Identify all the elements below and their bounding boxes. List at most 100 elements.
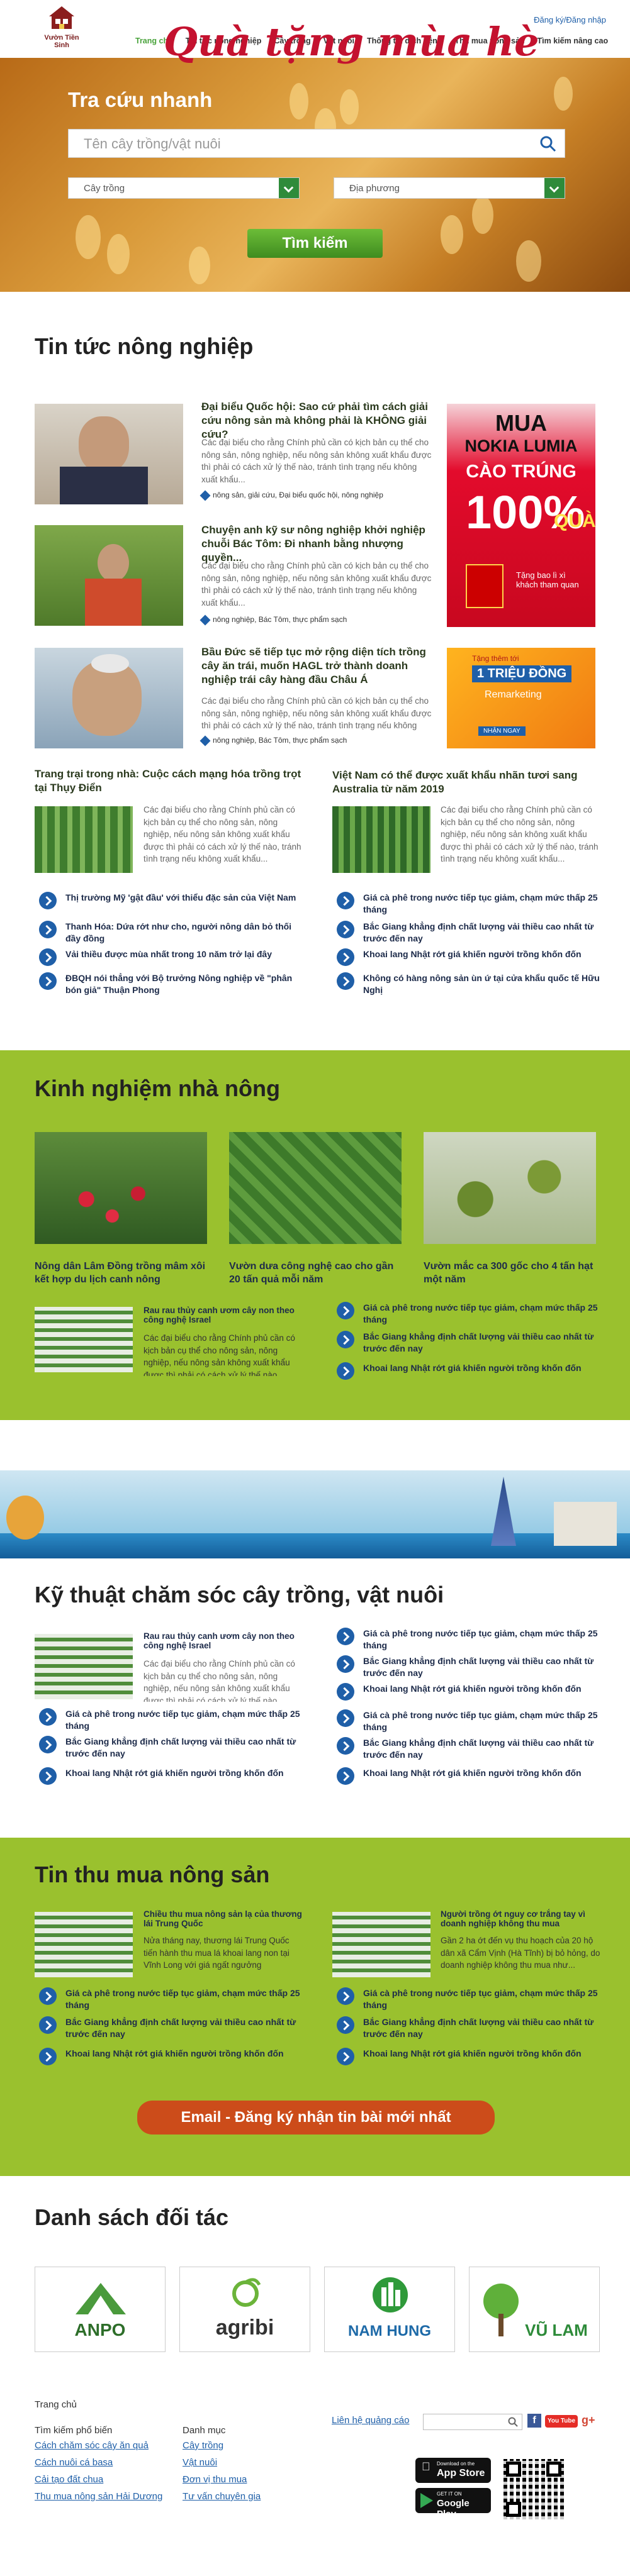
list-item[interactable]: Giá cà phê trong nước tiếp tục giảm, chạ… [337, 1709, 601, 1737]
search-icon[interactable] [508, 2417, 518, 2427]
buy-feat-left-image[interactable] [35, 1912, 133, 1977]
footer-link[interactable]: Cải tạo đất chua [35, 2474, 103, 2485]
news-col-right-title[interactable]: Việt Nam có thể được xuất khẩu nhãn tươi… [332, 769, 597, 796]
list-item[interactable]: Vải thiều được mùa nhất trong 10 năm trở… [39, 948, 303, 972]
footer-link[interactable]: Đơn vị thu mua [183, 2474, 247, 2485]
list-item-text[interactable]: Bắc Giang khẳng định chất lượng vải thiề… [363, 2016, 601, 2040]
list-item-text[interactable]: Bắc Giang khẳng định chất lượng vải thiề… [363, 1655, 601, 1679]
facebook-icon[interactable]: f [527, 2414, 541, 2428]
buy-feat-left-title[interactable]: Chiều thu mua nông sản lạ của thương lái… [143, 1909, 302, 1928]
list-item-text[interactable]: Khoai lang Nhật rớt giá khiến người trồn… [363, 2048, 582, 2060]
list-item-text[interactable]: Giá cà phê trong nước tiếp tục giảm, chạ… [363, 892, 601, 916]
list-item[interactable]: Giá cà phê trong nước tiếp tục giảm, chạ… [337, 1302, 601, 1331]
list-item[interactable]: Khoai lang Nhật rớt giá khiến người trồn… [337, 948, 601, 972]
list-item[interactable]: Bắc Giang khẳng định chất lượng vải thiề… [337, 1655, 601, 1683]
list-item[interactable]: Khoai lang Nhật rớt giá khiến người trồn… [337, 1767, 601, 1792]
list-item-text[interactable]: Khoai lang Nhật rớt giá khiến người trồn… [363, 1683, 582, 1695]
ad-banner-remarketing[interactable]: Tặng thêm tới 1 TRIỆU ĐỒNG Remarketing N… [447, 648, 595, 748]
list-item-text[interactable]: Giá cà phê trong nước tiếp tục giảm, chạ… [65, 1708, 303, 1732]
exp-image-3[interactable] [424, 1132, 596, 1244]
list-item[interactable]: Bắc Giang khẳng định chất lượng vải thiề… [39, 2016, 303, 2048]
email-subscribe-button[interactable]: Email - Đăng ký nhận tin bài mới nhất [137, 2101, 495, 2135]
google-plus-icon[interactable]: g+ [582, 2414, 598, 2428]
list-item[interactable]: Giá cà phê trong nước tiếp tục giảm, chạ… [39, 1987, 303, 2016]
exp-caption-1[interactable]: Nông dân Lâm Đồng trồng mâm xôi kết hợp … [35, 1260, 207, 1287]
list-item-text[interactable]: Bắc Giang khẳng định chất lượng vải thiề… [363, 921, 601, 945]
footer-home-link[interactable]: Trang chủ [35, 2399, 77, 2410]
exp-image-1[interactable] [35, 1132, 207, 1244]
list-item-text[interactable]: Không có hàng nông sản ùn ứ tại cửa khẩu… [363, 972, 601, 996]
list-item-text[interactable]: Bắc Giang khẳng định chất lượng vải thiề… [65, 2016, 303, 2040]
care-feat-image[interactable] [35, 1634, 133, 1699]
google-play-badge[interactable]: GET IT ON Google Play [415, 2488, 491, 2519]
list-item-text[interactable]: Khoai lang Nhật rớt giá khiến người trồn… [65, 1767, 284, 1779]
care-feat-title[interactable]: Rau rau thủy canh ươm cây non theo công … [143, 1631, 302, 1650]
exp-caption-3[interactable]: Vườn mắc ca 300 gốc cho 4 tấn hạt một nă… [424, 1260, 596, 1287]
app-store-badge[interactable]:  Download on the App Store [415, 2458, 491, 2483]
tags-text[interactable]: nông sản, giải cứu, Đại biểu quốc hội, n… [213, 491, 383, 499]
list-item[interactable]: Bắc Giang khẳng định chất lượng vải thiề… [337, 1737, 601, 1767]
list-item-text[interactable]: Giá cà phê trong nước tiếp tục giảm, chạ… [363, 1302, 601, 1326]
list-item[interactable]: Khoai lang Nhật rớt giá khiến người trồn… [39, 2048, 303, 2073]
list-item[interactable]: Bắc Giang khẳng định chất lượng vải thiề… [337, 921, 601, 948]
news-title-2[interactable]: Chuyện anh kỹ sư nông nghiệp khởi nghiệp… [201, 523, 433, 565]
footer-link[interactable]: Vật nuôi [183, 2457, 217, 2468]
list-item[interactable]: Bắc Giang khẳng định chất lượng vải thiề… [337, 2016, 601, 2048]
list-item-text[interactable]: Giá cà phê trong nước tiếp tục giảm, chạ… [65, 1987, 303, 2011]
news-image-1[interactable] [35, 404, 183, 504]
exp-feat-title[interactable]: Rau rau thủy canh ươm cây non theo công … [143, 1306, 302, 1324]
list-item-text[interactable]: Bắc Giang khẳng định chất lượng vải thiề… [363, 1737, 601, 1761]
nav-advanced-search[interactable]: Tìm kiếm nâng cao [531, 36, 615, 45]
partner-anpo[interactable]: ANPO [35, 2267, 166, 2352]
login-register-link[interactable]: Đăng ký/Đăng nhập [534, 15, 606, 25]
footer-link[interactable]: Thu mua nông sản Hải Dương [35, 2491, 162, 2502]
list-item-text[interactable]: Thanh Hóa: Dứa rớt như cho, người nông d… [65, 921, 303, 945]
list-item[interactable]: Giá cà phê trong nước tiếp tục giảm, chạ… [39, 1708, 303, 1736]
list-item-text[interactable]: Bắc Giang khẳng định chất lượng vải thiề… [65, 1736, 303, 1760]
news-col-left-image[interactable] [35, 806, 133, 873]
list-item[interactable]: Không có hàng nông sản ùn ứ tại cửa khẩu… [337, 972, 601, 1000]
list-item-text[interactable]: Giá cà phê trong nước tiếp tục giảm, chạ… [363, 1709, 601, 1733]
list-item-text[interactable]: Khoai lang Nhật rớt giá khiến người trồn… [65, 2048, 284, 2060]
list-item-text[interactable]: Khoai lang Nhật rớt giá khiến người trồn… [363, 1767, 582, 1779]
buy-feat-right-image[interactable] [332, 1912, 430, 1977]
list-item-text[interactable]: Thị trường Mỹ 'gật đầu' với thiểu đặc sả… [65, 892, 296, 904]
search-button[interactable]: Tìm kiếm [247, 229, 383, 258]
list-item-text[interactable]: ĐBQH nói thẳng với Bộ trưởng Nông nghiệp… [65, 972, 303, 996]
tags-text[interactable]: nông nghiệp, Bác Tôm, thực phẩm sạch [213, 615, 347, 624]
search-icon[interactable] [539, 135, 557, 153]
exp-feat-image[interactable] [35, 1307, 133, 1372]
list-item[interactable]: ĐBQH nói thẳng với Bộ trưởng Nông nghiệp… [39, 972, 303, 1000]
news-image-3[interactable] [35, 648, 183, 748]
list-item[interactable]: Thanh Hóa: Dứa rớt như cho, người nông d… [39, 921, 303, 948]
ad-banner-nokia[interactable]: MUA NOKIA LUMIA CÀO TRÚNG 100% QUÀ Tặng … [447, 404, 595, 627]
footer-link[interactable]: Cách nuôi cá basa [35, 2457, 113, 2468]
tags-text[interactable]: nông nghiệp, Bác Tôm, thực phẩm sạch [213, 736, 347, 745]
footer-link[interactable]: Cây trồng [183, 2440, 223, 2451]
list-item-text[interactable]: Khoai lang Nhật rớt giá khiến người trồn… [363, 948, 582, 960]
list-item[interactable]: Giá cà phê trong nước tiếp tục giảm, chạ… [337, 892, 601, 921]
list-item[interactable]: Bắc Giang khẳng định chất lượng vải thiề… [337, 1331, 601, 1362]
list-item-text[interactable]: Khoai lang Nhật rớt giá khiến người trồn… [363, 1362, 582, 1374]
list-item-text[interactable]: Vải thiều được mùa nhất trong 10 năm trở… [65, 948, 272, 960]
partner-namhung[interactable]: NAM HUNG [324, 2267, 455, 2352]
list-item-text[interactable]: Giá cà phê trong nước tiếp tục giảm, chạ… [363, 1987, 601, 2011]
advertise-link[interactable]: Liên hệ quảng cáo [332, 2415, 409, 2426]
list-item[interactable]: Khoai lang Nhật rớt giá khiến người trồn… [39, 1767, 303, 1792]
news-title-1[interactable]: Đại biểu Quốc hội: Sao cứ phải tìm cách … [201, 400, 433, 441]
list-item[interactable]: Khoai lang Nhật rớt giá khiến người trồn… [337, 2048, 601, 2073]
site-logo[interactable]: Vườn Tiền Sinh [43, 5, 81, 50]
partner-agribi[interactable]: agribi [179, 2267, 310, 2352]
news-col-left-title[interactable]: Trang trại trong nhà: Cuộc cách mạng hóa… [35, 767, 305, 795]
partner-vulam[interactable]: VŨ LAM [469, 2267, 600, 2352]
exp-image-2[interactable] [229, 1132, 402, 1244]
footer-link[interactable]: Tư vấn chuyên gia [183, 2491, 261, 2502]
list-item[interactable]: Giá cà phê trong nước tiếp tục giảm, chạ… [337, 1987, 601, 2016]
footer-search-input[interactable] [423, 2414, 522, 2430]
buy-feat-right-title[interactable]: Người trồng ớt nguy cơ trắng tay vì doan… [441, 1909, 601, 1928]
youtube-icon[interactable]: You Tube [545, 2415, 578, 2428]
news-title-3[interactable]: Bầu Đức sẽ tiếp tục mở rộng diện tích tr… [201, 645, 433, 687]
list-item[interactable]: Khoai lang Nhật rớt giá khiến người trồn… [337, 1362, 601, 1387]
list-item[interactable]: Giá cà phê trong nước tiếp tục giảm, chạ… [337, 1628, 601, 1655]
list-item[interactable]: Bắc Giang khẳng định chất lượng vải thiề… [39, 1736, 303, 1767]
